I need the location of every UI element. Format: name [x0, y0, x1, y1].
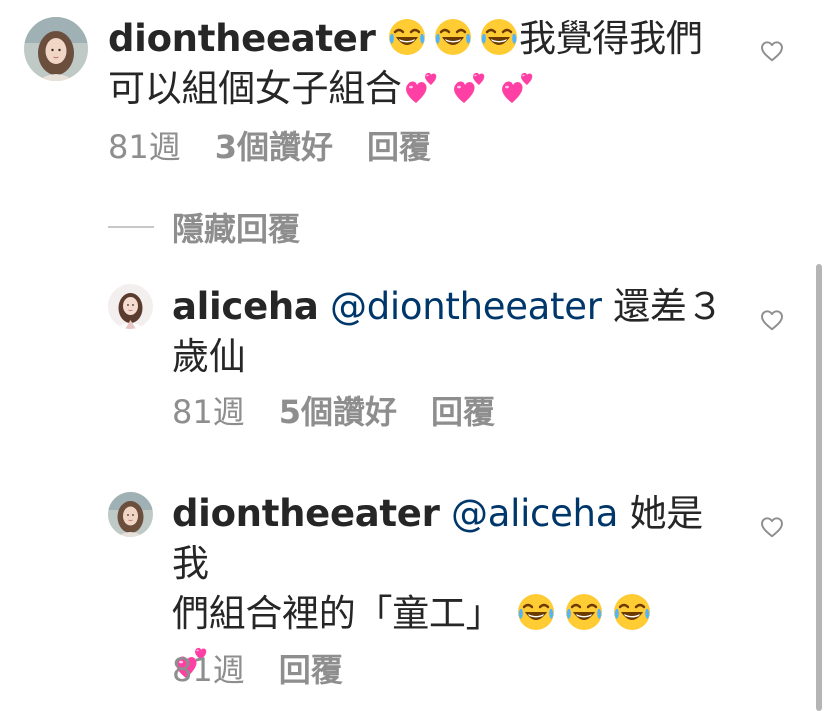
- divider-line: [108, 226, 154, 228]
- comment-time[interactable]: 81週: [108, 128, 181, 166]
- comment-body: diontheeater 我覺得我們 可以組個女子組合: [108, 14, 728, 114]
- reply-button[interactable]: 回覆: [431, 393, 495, 431]
- comment-meta: 81週 3個讚好 回覆: [108, 127, 431, 167]
- face-with-tears-of-joy-icon: [387, 17, 427, 57]
- comment-time[interactable]: 81週: [172, 393, 245, 431]
- hide-replies-label: 隱藏回覆: [172, 210, 301, 248]
- avatar[interactable]: [108, 492, 153, 537]
- mention-link[interactable]: @aliceha: [451, 492, 618, 535]
- like-heart-icon[interactable]: [759, 307, 785, 337]
- two-hearts-icon: [402, 67, 442, 107]
- comment-username[interactable]: diontheeater: [172, 492, 440, 535]
- reply-button[interactable]: 回覆: [367, 128, 431, 166]
- reply-button[interactable]: 回覆: [279, 651, 343, 689]
- mention-link[interactable]: @diontheeater: [330, 285, 602, 328]
- avatar[interactable]: [108, 284, 153, 329]
- scrollbar[interactable]: [816, 264, 822, 711]
- face-with-tears-of-joy-icon: [433, 17, 473, 57]
- like-heart-icon[interactable]: [759, 514, 785, 544]
- face-with-tears-of-joy-icon: [516, 592, 556, 632]
- comment-meta: 81週 5個讚好 回覆: [172, 392, 495, 432]
- comment-text: 我覺得我們: [519, 17, 703, 60]
- comment-text: 歲仙: [172, 335, 246, 378]
- comment-text: 可以組個女子組合: [108, 67, 402, 110]
- face-with-tears-of-joy-icon: [612, 592, 652, 632]
- two-hearts-icon: [450, 67, 490, 107]
- reply-body: aliceha @diontheeater 還差３ 歲仙: [172, 282, 732, 382]
- hide-replies-button[interactable]: 隱藏回覆: [108, 205, 300, 249]
- likes-count[interactable]: 5個讚好: [279, 393, 397, 431]
- comment-username[interactable]: aliceha: [172, 285, 319, 328]
- two-hearts-icon: [498, 67, 538, 107]
- comment-time[interactable]: 81週: [172, 651, 245, 689]
- face-with-tears-of-joy-icon: [564, 592, 604, 632]
- comment-text: 們組合裡的「童工」: [172, 592, 503, 635]
- face-with-tears-of-joy-icon: [479, 17, 519, 57]
- avatar[interactable]: [24, 17, 88, 81]
- likes-count[interactable]: 3個讚好: [215, 128, 333, 166]
- like-heart-icon[interactable]: [759, 38, 785, 68]
- comment-username[interactable]: diontheeater: [108, 17, 376, 60]
- comment-meta: 81週 回覆: [172, 650, 343, 690]
- comment-text: 還差３: [613, 285, 724, 328]
